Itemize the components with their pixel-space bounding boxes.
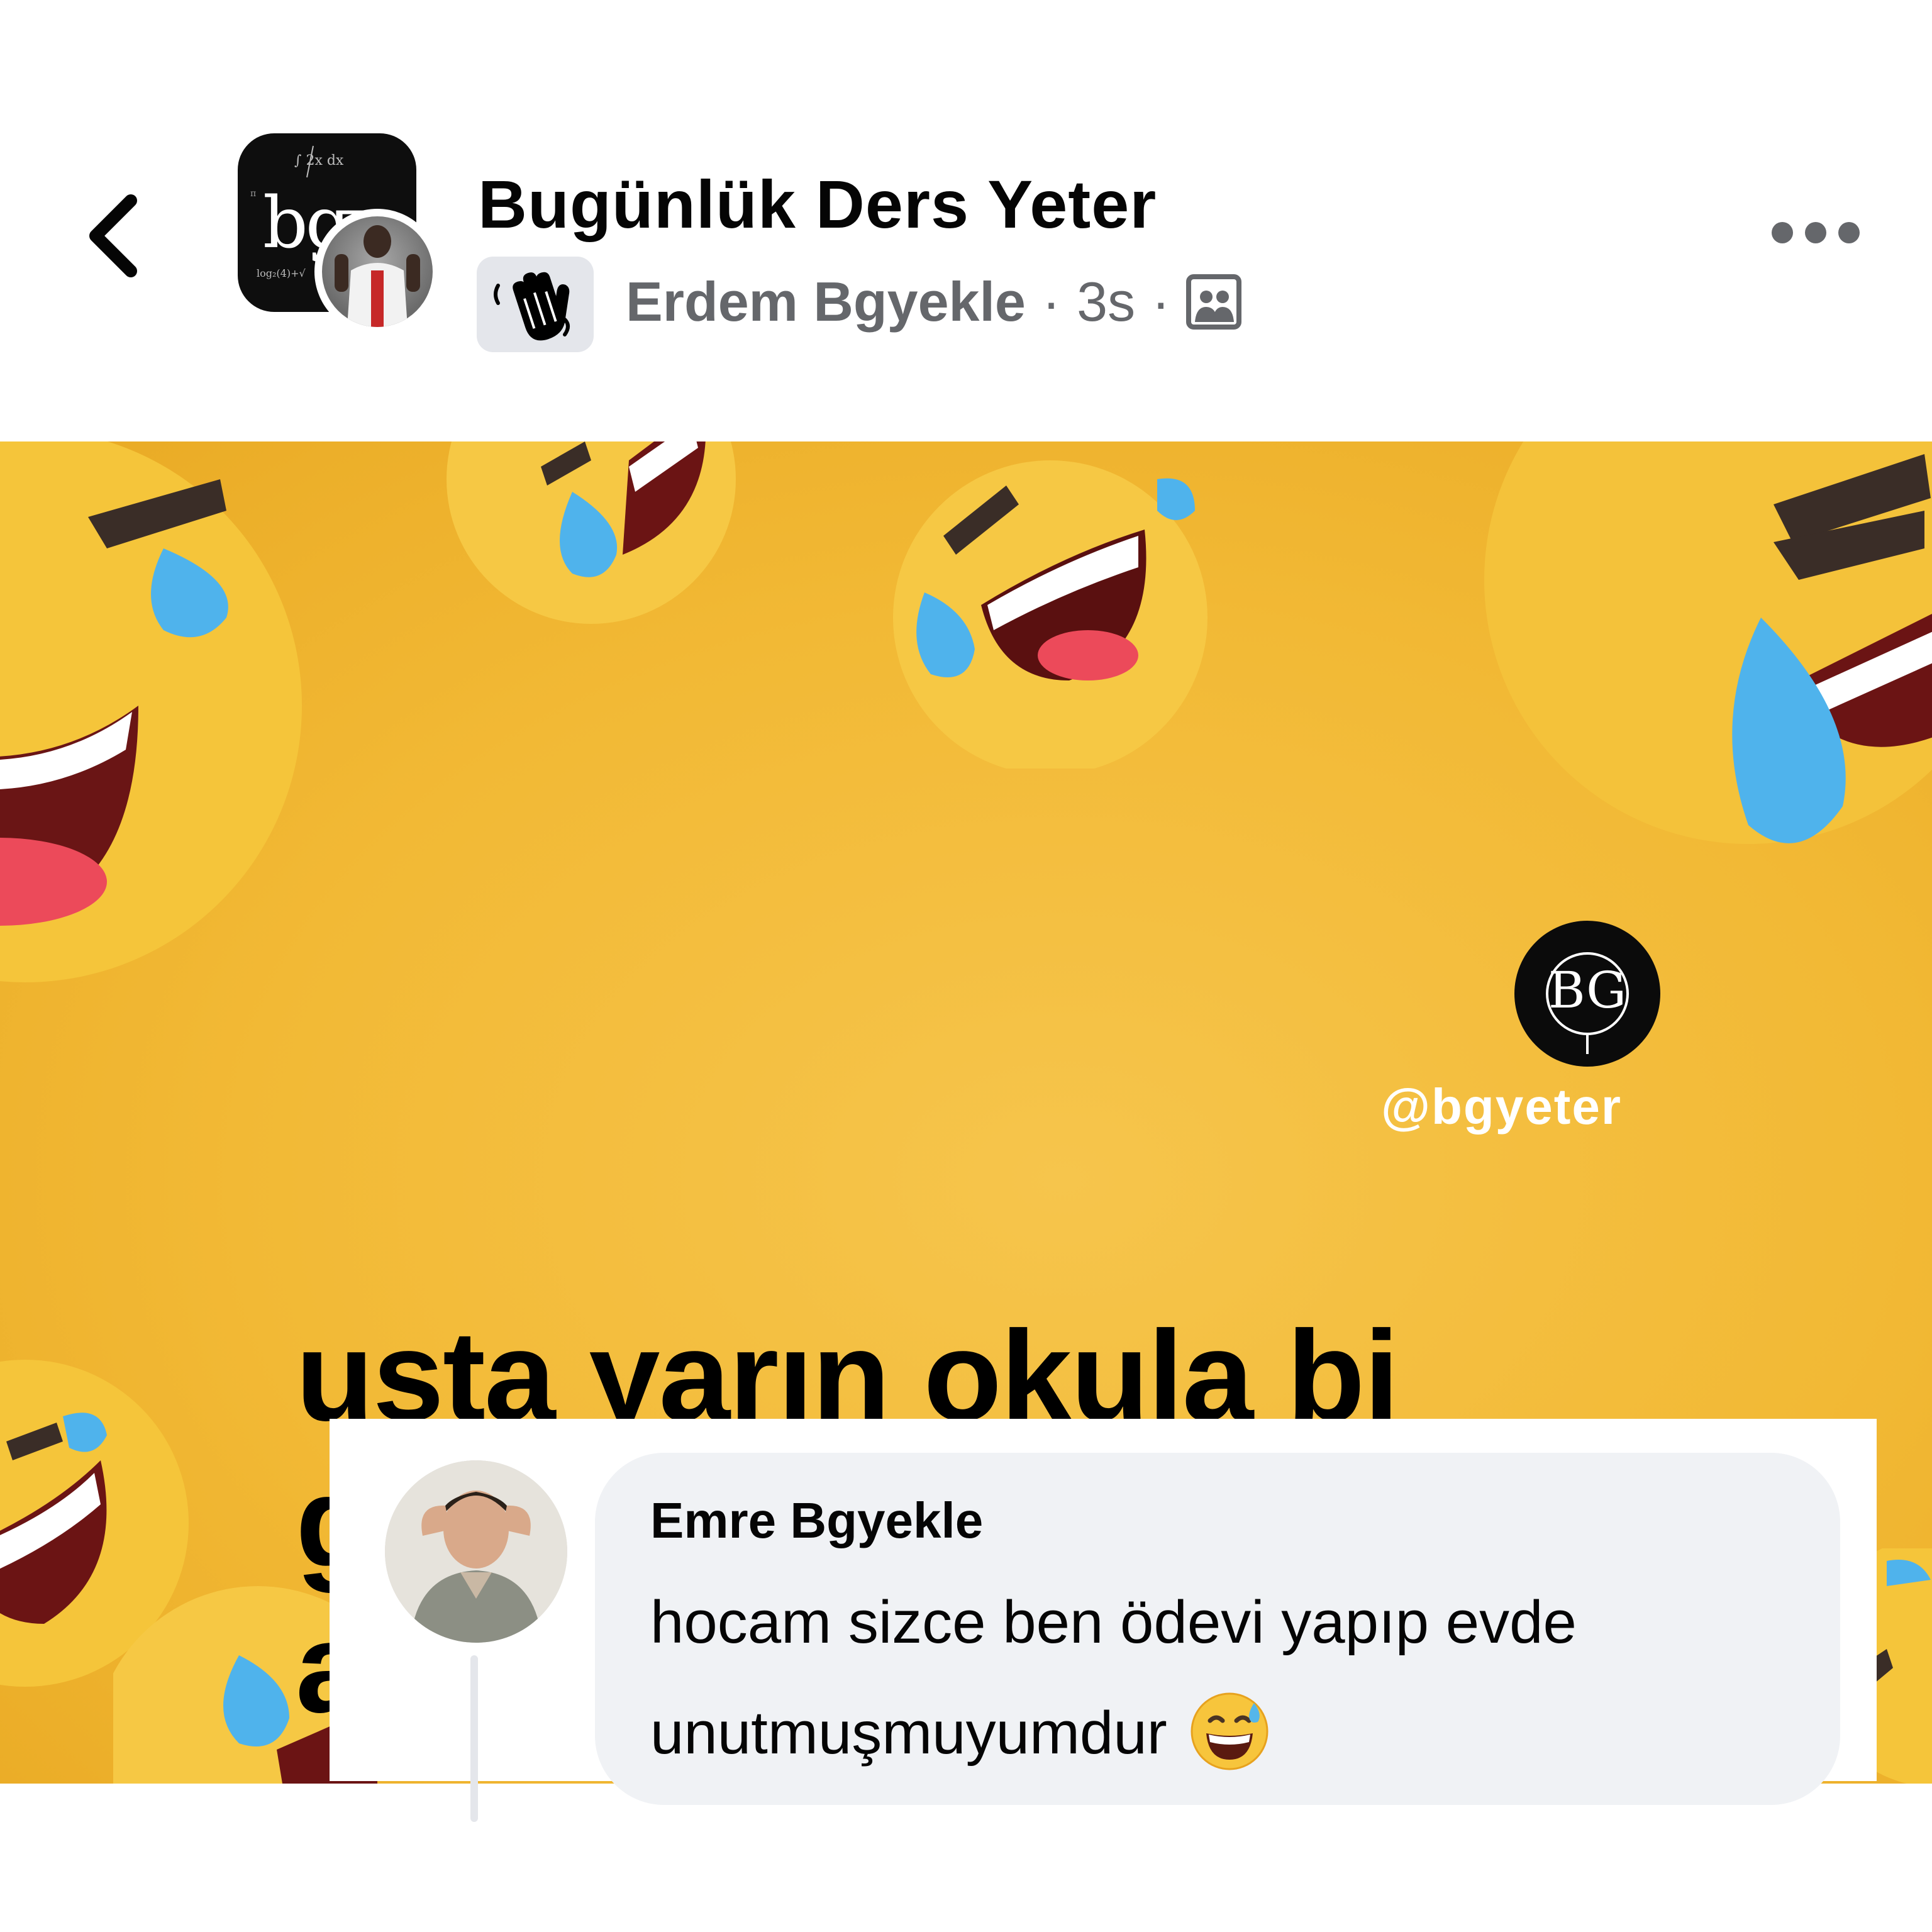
svg-text:∫ 2x dx: ∫ 2x dx [294,153,344,169]
author-avatar[interactable] [314,209,440,335]
member-badge[interactable] [477,257,594,352]
laughing-emoji-decoration [893,460,1208,769]
reply-thread-line [470,1655,478,1822]
comment-text: hocam sizce ben ödevi yapıp evde unutmuş… [650,1567,1820,1789]
members-icon [1186,274,1242,330]
bgy-logo: BG [1514,921,1660,1067]
more-options-button[interactable] [1768,214,1863,252]
laughing-emoji-decoration [447,441,736,624]
more-dots-icon [1772,222,1860,243]
svg-text:log₂(4)+√: log₂(4)+√ [257,267,306,279]
back-button[interactable] [82,192,145,280]
meta-separator-2: · [1152,270,1170,333]
person-photo [385,1460,567,1643]
post-time[interactable]: 3s [1077,270,1135,334]
meta-separator: · [1041,270,1061,333]
laughing-emoji-decoration [0,441,302,982]
commenter-avatar[interactable] [385,1460,567,1643]
grinning-sweat-emoji [1189,1689,1270,1771]
comment-body: hocam sizce ben ödevi yapıp evde unutmuş… [650,1589,1577,1767]
bgy-logo-text: BG [1548,961,1626,1019]
waving-hand-icon [494,272,570,341]
author-name[interactable]: Erdem Bgyekle [626,270,1026,334]
svg-text:π: π [250,189,256,199]
watermark-handle: @bgyeter [1381,1079,1622,1135]
commenter-name[interactable]: Emre Bgyekle [650,1492,983,1550]
laughing-emoji-decoration [1484,441,1932,844]
post-header: ∫ 2x dx log₂(4)+√ π bgy Bugünlük Ders Ye… [0,0,1932,440]
group-name[interactable]: Bugünlük Ders Yeter [478,165,1157,243]
post-meta: Erdem Bgyekle · 3s · [626,267,1242,336]
chevron-left-icon [89,194,137,277]
person-photo [335,225,420,327]
